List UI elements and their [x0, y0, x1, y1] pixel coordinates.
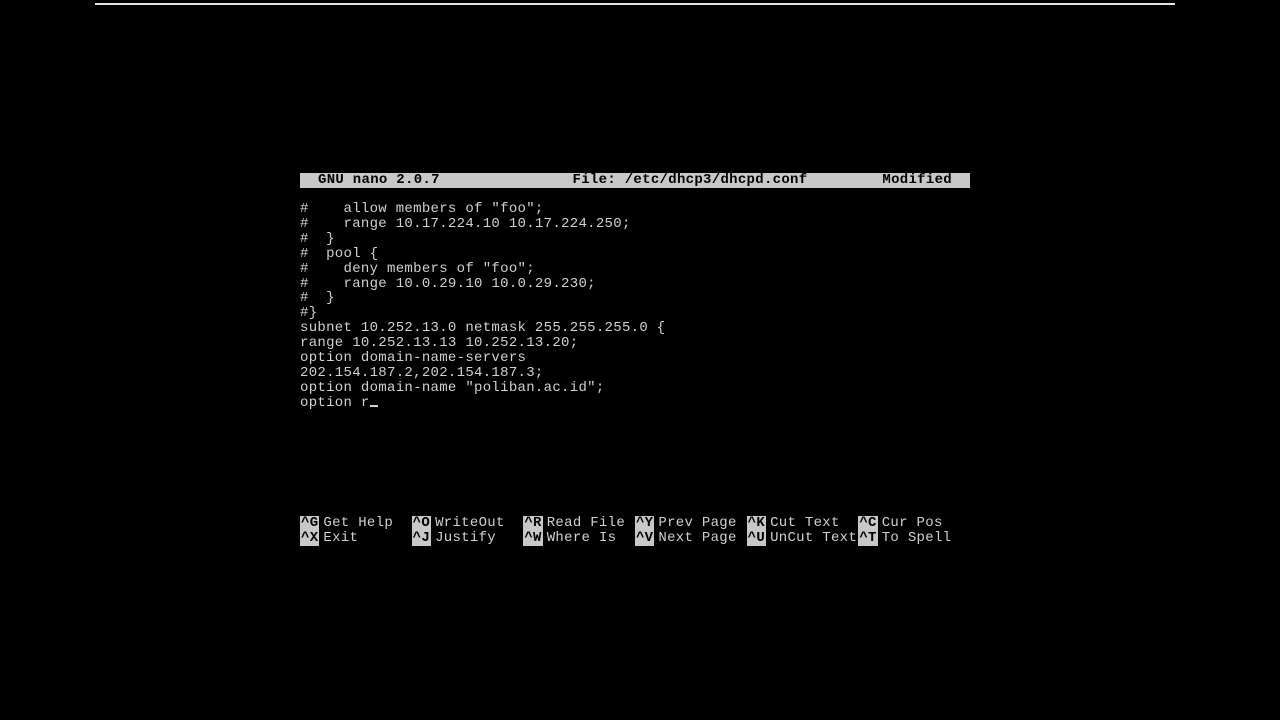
shortcut-next-page[interactable]: ^VNext Page: [635, 531, 747, 546]
cursor: [370, 405, 378, 407]
app-name: GNU nano 2.0.7: [300, 173, 500, 188]
shortcut-cut-text[interactable]: ^KCut Text: [747, 516, 859, 531]
buffer-line[interactable]: # allow members of "foo";: [300, 202, 970, 217]
shortcut-label: UnCut Text: [766, 531, 857, 546]
shortcut-writeout[interactable]: ^OWriteOut: [412, 516, 524, 531]
shortcut-label: Exit: [319, 531, 358, 546]
shortcut-key: ^C: [858, 516, 877, 531]
buffer-line[interactable]: # pool {: [300, 247, 970, 262]
shortcut-key: ^T: [858, 531, 877, 546]
buffer-line[interactable]: 202.154.187.2,202.154.187.3;: [300, 366, 970, 381]
shortcut-label: WriteOut: [431, 516, 505, 531]
shortcut-to-spell[interactable]: ^TTo Spell: [858, 531, 970, 546]
shortcut-key: ^X: [300, 531, 319, 546]
shortcut-label: Prev Page: [654, 516, 736, 531]
shortcut-where-is[interactable]: ^WWhere Is: [523, 531, 635, 546]
shortcut-key: ^R: [523, 516, 542, 531]
shortcut-key: ^U: [747, 531, 766, 546]
shortcut-exit[interactable]: ^XExit: [300, 531, 412, 546]
shortcut-justify[interactable]: ^JJustify: [412, 531, 524, 546]
shortcut-label: Next Page: [654, 531, 736, 546]
buffer-line[interactable]: # range 10.0.29.10 10.0.29.230;: [300, 277, 970, 292]
shortcut-label: Where Is: [543, 531, 617, 546]
shortcut-label: Justify: [431, 531, 496, 546]
shortcut-bar: ^GGet Help^OWriteOut^RRead File^YPrev Pa…: [300, 516, 970, 546]
shortcut-uncut-text[interactable]: ^UUnCut Text: [747, 531, 859, 546]
shortcut-key: ^O: [412, 516, 431, 531]
buffer-line[interactable]: range 10.252.13.13 10.252.13.20;: [300, 336, 970, 351]
shortcut-cur-pos[interactable]: ^CCur Pos: [858, 516, 970, 531]
shortcut-label: Get Help: [319, 516, 393, 531]
shortcut-key: ^K: [747, 516, 766, 531]
buffer-line[interactable]: # range 10.17.224.10 10.17.224.250;: [300, 217, 970, 232]
shortcut-key: ^V: [635, 531, 654, 546]
buffer-line[interactable]: option r: [300, 396, 970, 411]
shortcut-key: ^G: [300, 516, 319, 531]
buffer-line[interactable]: option domain-name-servers: [300, 351, 970, 366]
buffer-line[interactable]: option domain-name "poliban.ac.id";: [300, 381, 970, 396]
shortcut-prev-page[interactable]: ^YPrev Page: [635, 516, 747, 531]
buffer-line[interactable]: # }: [300, 291, 970, 306]
nano-editor: GNU nano 2.0.7 File: /etc/dhcp3/dhcpd.co…: [300, 173, 970, 546]
file-prefix: File:: [573, 172, 625, 188]
file-label: File: /etc/dhcp3/dhcpd.conf: [500, 173, 880, 188]
file-path: /etc/dhcp3/dhcpd.conf: [625, 172, 808, 188]
shortcut-key: ^Y: [635, 516, 654, 531]
shortcut-key: ^J: [412, 531, 431, 546]
shortcut-label: Cur Pos: [878, 516, 943, 531]
buffer-line[interactable]: #}: [300, 306, 970, 321]
shortcut-label: To Spell: [878, 531, 952, 546]
text-buffer[interactable]: # allow members of "foo";# range 10.17.2…: [300, 202, 970, 411]
shortcut-label: Cut Text: [766, 516, 840, 531]
shortcut-read-file[interactable]: ^RRead File: [523, 516, 635, 531]
shortcut-get-help[interactable]: ^GGet Help: [300, 516, 412, 531]
top-border-line: [95, 3, 1175, 5]
buffer-line[interactable]: # deny members of "foo";: [300, 262, 970, 277]
modified-flag: Modified: [880, 173, 970, 188]
buffer-line[interactable]: # }: [300, 232, 970, 247]
shortcut-key: ^W: [523, 531, 542, 546]
buffer-line[interactable]: subnet 10.252.13.0 netmask 255.255.255.0…: [300, 321, 970, 336]
shortcut-label: Read File: [543, 516, 625, 531]
titlebar: GNU nano 2.0.7 File: /etc/dhcp3/dhcpd.co…: [300, 173, 970, 188]
